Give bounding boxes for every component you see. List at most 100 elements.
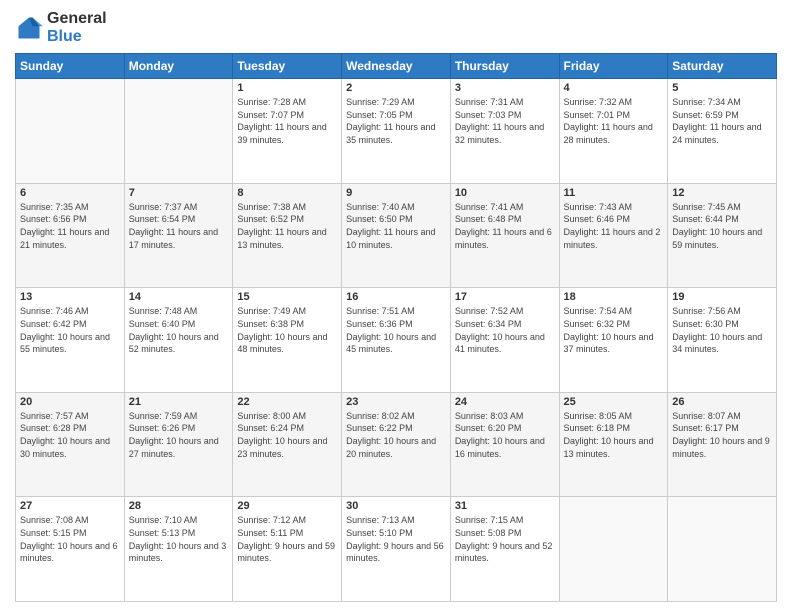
day-number: 24 [455,396,555,408]
calendar-table: SundayMondayTuesdayWednesdayThursdayFrid… [15,53,777,602]
day-info: Sunrise: 7:48 AM Sunset: 6:40 PM Dayligh… [129,305,229,355]
day-info: Sunrise: 8:02 AM Sunset: 6:22 PM Dayligh… [346,410,446,460]
calendar-cell: 12 Sunrise: 7:45 AM Sunset: 6:44 PM Dayli… [668,183,777,288]
day-number: 20 [20,396,120,408]
day-number: 15 [237,291,337,303]
column-header-thursday: Thursday [450,54,559,79]
day-number: 27 [20,500,120,512]
calendar-cell: 16 Sunrise: 7:51 AM Sunset: 6:36 PM Dayli… [342,288,451,393]
calendar-cell [124,79,233,184]
calendar-cell: 21 Sunrise: 7:59 AM Sunset: 6:26 PM Dayli… [124,392,233,497]
calendar-cell: 4Sunrise: 7:32 AM Sunset: 7:01 PM Daylig… [559,79,668,184]
calendar-cell: 13Sunrise: 7:46 AM Sunset: 6:42 PM Dayli… [16,288,125,393]
calendar-week-row: 1 Sunrise: 7:28 AM Sunset: 7:07 PM Daylig… [16,79,777,184]
day-info: Sunrise: 8:05 AM Sunset: 6:18 PM Dayligh… [564,410,664,460]
day-info: Sunrise: 7:38 AM Sunset: 6:52 PM Dayligh… [237,201,337,251]
calendar-cell: 8 Sunrise: 7:38 AM Sunset: 6:52 PM Daylig… [233,183,342,288]
day-number: 13 [20,291,120,303]
calendar-cell: 2Sunrise: 7:29 AM Sunset: 7:05 PM Daylig… [342,79,451,184]
day-number: 21 [129,396,229,408]
day-info: Sunrise: 7:13 AM Sunset: 5:10 PM Dayligh… [346,514,446,564]
day-info: Sunrise: 8:00 AM Sunset: 6:24 PM Dayligh… [237,410,337,460]
day-info: Sunrise: 7:15 AM Sunset: 5:08 PM Dayligh… [455,514,555,564]
calendar-cell: 18 Sunrise: 7:54 AM Sunset: 6:32 PM Dayli… [559,288,668,393]
calendar-cell [559,497,668,602]
day-number: 25 [564,396,664,408]
calendar-cell [16,79,125,184]
calendar-cell: 5Sunrise: 7:34 AM Sunset: 6:59 PM Daylig… [668,79,777,184]
calendar-cell: 15 Sunrise: 7:49 AM Sunset: 6:38 PM Dayli… [233,288,342,393]
calendar-cell: 24Sunrise: 8:03 AM Sunset: 6:20 PM Dayli… [450,392,559,497]
day-number: 6 [20,187,120,199]
day-info: Sunrise: 7:32 AM Sunset: 7:01 PM Dayligh… [564,96,664,146]
day-number: 8 [237,187,337,199]
calendar-week-row: 13Sunrise: 7:46 AM Sunset: 6:42 PM Dayli… [16,288,777,393]
day-number: 12 [672,187,772,199]
logo: General Blue [15,10,107,45]
calendar-cell: 7Sunrise: 7:37 AM Sunset: 6:54 PM Daylig… [124,183,233,288]
day-info: Sunrise: 7:35 AM Sunset: 6:56 PM Dayligh… [20,201,120,251]
calendar-week-row: 27 Sunrise: 7:08 AM Sunset: 5:15 PM Dayli… [16,497,777,602]
day-number: 1 [237,82,337,94]
day-number: 19 [672,291,772,303]
column-header-monday: Monday [124,54,233,79]
header: General Blue [15,10,777,45]
column-header-saturday: Saturday [668,54,777,79]
day-number: 26 [672,396,772,408]
calendar-week-row: 6 Sunrise: 7:35 AM Sunset: 6:56 PM Daylig… [16,183,777,288]
day-number: 9 [346,187,446,199]
column-header-tuesday: Tuesday [233,54,342,79]
calendar-cell: 22 Sunrise: 8:00 AM Sunset: 6:24 PM Dayli… [233,392,342,497]
day-info: Sunrise: 7:31 AM Sunset: 7:03 PM Dayligh… [455,96,555,146]
column-header-friday: Friday [559,54,668,79]
calendar-cell: 26 Sunrise: 8:07 AM Sunset: 6:17 PM Dayli… [668,392,777,497]
day-number: 23 [346,396,446,408]
day-number: 16 [346,291,446,303]
day-number: 3 [455,82,555,94]
day-info: Sunrise: 7:08 AM Sunset: 5:15 PM Dayligh… [20,514,120,564]
calendar-cell: 19 Sunrise: 7:56 AM Sunset: 6:30 PM Dayli… [668,288,777,393]
day-info: Sunrise: 7:59 AM Sunset: 6:26 PM Dayligh… [129,410,229,460]
calendar-cell: 28Sunrise: 7:10 AM Sunset: 5:13 PM Dayli… [124,497,233,602]
calendar-cell: 3 Sunrise: 7:31 AM Sunset: 7:03 PM Daylig… [450,79,559,184]
day-number: 18 [564,291,664,303]
day-number: 14 [129,291,229,303]
day-info: Sunrise: 7:56 AM Sunset: 6:30 PM Dayligh… [672,305,772,355]
day-number: 30 [346,500,446,512]
day-info: Sunrise: 7:28 AM Sunset: 7:07 PM Dayligh… [237,96,337,146]
calendar-cell: 1 Sunrise: 7:28 AM Sunset: 7:07 PM Daylig… [233,79,342,184]
logo-icon [15,14,43,42]
calendar-cell: 27 Sunrise: 7:08 AM Sunset: 5:15 PM Dayli… [16,497,125,602]
day-info: Sunrise: 7:54 AM Sunset: 6:32 PM Dayligh… [564,305,664,355]
day-number: 2 [346,82,446,94]
calendar-cell: 17Sunrise: 7:52 AM Sunset: 6:34 PM Dayli… [450,288,559,393]
day-info: Sunrise: 7:51 AM Sunset: 6:36 PM Dayligh… [346,305,446,355]
day-number: 22 [237,396,337,408]
logo-text: General Blue [47,10,107,45]
calendar-cell: 9 Sunrise: 7:40 AM Sunset: 6:50 PM Daylig… [342,183,451,288]
calendar-header-row: SundayMondayTuesdayWednesdayThursdayFrid… [16,54,777,79]
day-number: 28 [129,500,229,512]
day-info: Sunrise: 7:40 AM Sunset: 6:50 PM Dayligh… [346,201,446,251]
calendar-cell: 31Sunrise: 7:15 AM Sunset: 5:08 PM Dayli… [450,497,559,602]
calendar-cell: 14 Sunrise: 7:48 AM Sunset: 6:40 PM Dayli… [124,288,233,393]
day-info: Sunrise: 7:45 AM Sunset: 6:44 PM Dayligh… [672,201,772,251]
calendar-cell: 10Sunrise: 7:41 AM Sunset: 6:48 PM Dayli… [450,183,559,288]
calendar-cell: 6 Sunrise: 7:35 AM Sunset: 6:56 PM Daylig… [16,183,125,288]
day-info: Sunrise: 7:49 AM Sunset: 6:38 PM Dayligh… [237,305,337,355]
column-header-sunday: Sunday [16,54,125,79]
day-info: Sunrise: 8:07 AM Sunset: 6:17 PM Dayligh… [672,410,772,460]
day-number: 7 [129,187,229,199]
day-info: Sunrise: 7:41 AM Sunset: 6:48 PM Dayligh… [455,201,555,251]
calendar-cell: 25 Sunrise: 8:05 AM Sunset: 6:18 PM Dayli… [559,392,668,497]
calendar-cell: 11 Sunrise: 7:43 AM Sunset: 6:46 PM Dayli… [559,183,668,288]
calendar-cell: 30 Sunrise: 7:13 AM Sunset: 5:10 PM Dayli… [342,497,451,602]
day-info: Sunrise: 7:43 AM Sunset: 6:46 PM Dayligh… [564,201,664,251]
day-info: Sunrise: 7:12 AM Sunset: 5:11 PM Dayligh… [237,514,337,564]
column-header-wednesday: Wednesday [342,54,451,79]
calendar-cell: 23 Sunrise: 8:02 AM Sunset: 6:22 PM Dayli… [342,392,451,497]
day-number: 29 [237,500,337,512]
day-number: 11 [564,187,664,199]
day-info: Sunrise: 7:52 AM Sunset: 6:34 PM Dayligh… [455,305,555,355]
calendar-cell [668,497,777,602]
